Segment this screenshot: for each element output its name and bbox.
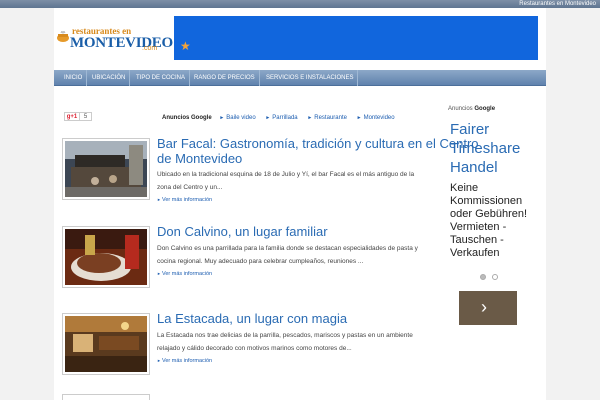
article-excerpt: Ubicado en la tradicional esquina de 18 … [157,171,415,191]
ads-by-google-label: Anuncios Google [448,106,495,112]
top-bar: Restaurantes en Montevideo [0,0,600,8]
nav-item-ubicacion[interactable]: Ubicación [88,70,131,86]
article-thumbnail-partial [62,394,150,400]
bar-facal-photo [65,141,147,197]
article-more-link[interactable]: Ver más información [157,270,212,278]
site-logo[interactable]: restaurantes en MONTEVIDEO .com [56,26,173,56]
header: restaurantes en MONTEVIDEO .com ★ [54,8,546,70]
chevron-right-icon: › [481,297,487,317]
main-content: g+1 5 Anuncios Google Baile video Parril… [54,86,546,400]
carousel-dot[interactable] [492,274,498,280]
ad-link[interactable]: Parrillada [265,115,297,121]
ad-link[interactable]: Restaurante [307,115,347,121]
article-title[interactable]: Don Calvino, un lugar familiar [157,224,487,239]
nav-item-rango-de-precios[interactable]: Rango de precios [190,70,260,86]
sidebar-ad: Anuncios Google Fairer Timeshare Handel … [446,86,546,400]
ad-link[interactable]: Montevideo [357,115,395,121]
article-excerpt: Don Calvino es una parrillada para la fa… [157,245,418,265]
article-excerpt: La Estacada nos trae delicias de la parr… [157,332,413,352]
nav-item-servicios[interactable]: Servicios e instalaciones [262,70,359,86]
nav-item-tipo-de-cocina[interactable]: Tipo de cocina [132,70,191,86]
main-nav: Inicio Ubicación Tipo de cocina Rango de… [54,70,546,86]
article-thumbnail[interactable] [62,138,150,200]
google-plus-count: 5 [80,112,92,121]
steak-photo [65,229,147,285]
next-button[interactable]: › [459,291,517,325]
article-title[interactable]: La Estacada, un lugar con magia [157,311,487,326]
article-thumbnail[interactable] [62,226,150,288]
logo-title: MONTEVIDEO [70,35,173,51]
top-site-link[interactable]: Restaurantes en Montevideo [519,0,596,8]
article-item: Bar Facal: Gastronomía, tradición y cult… [62,136,479,204]
cooking-pot-icon [57,31,69,42]
ads-brand: Google [474,106,496,112]
article-item: Don Calvino, un lugar familiar Don Calvi… [62,224,472,292]
ads-prefix: Anuncios [448,106,473,112]
sidebar-ad-text: Keine Kommissionen oder Gebühren! Vermie… [450,182,528,259]
article-thumbnail[interactable] [62,313,150,375]
star-icon: ★ [180,39,191,53]
ad-links-title: Anuncios Google [162,115,212,121]
sidebar-ad-title[interactable]: Fairer Timeshare Handel [450,120,542,177]
ad-links-bar: Anuncios Google Baile video Parrillada R… [162,114,403,122]
article-title[interactable]: Bar Facal: Gastronomía, tradición y cult… [157,136,487,166]
article-more-link[interactable]: Ver más información [157,357,212,365]
ad-link[interactable]: Baile video [219,115,255,121]
carousel-dots [480,274,498,280]
carousel-dot[interactable] [480,274,486,280]
article-more-link[interactable]: Ver más información [157,196,212,204]
google-plus-widget: g+1 5 [64,112,92,121]
nav-item-inicio[interactable]: Inicio [60,70,88,86]
restaurant-interior-photo [65,316,147,372]
banner-ad[interactable]: ★ [174,16,538,60]
logo-domain: .com [142,45,158,52]
article-item: La Estacada, un lugar con magia La Estac… [62,311,472,379]
google-plus-button[interactable]: g+1 [64,112,80,121]
